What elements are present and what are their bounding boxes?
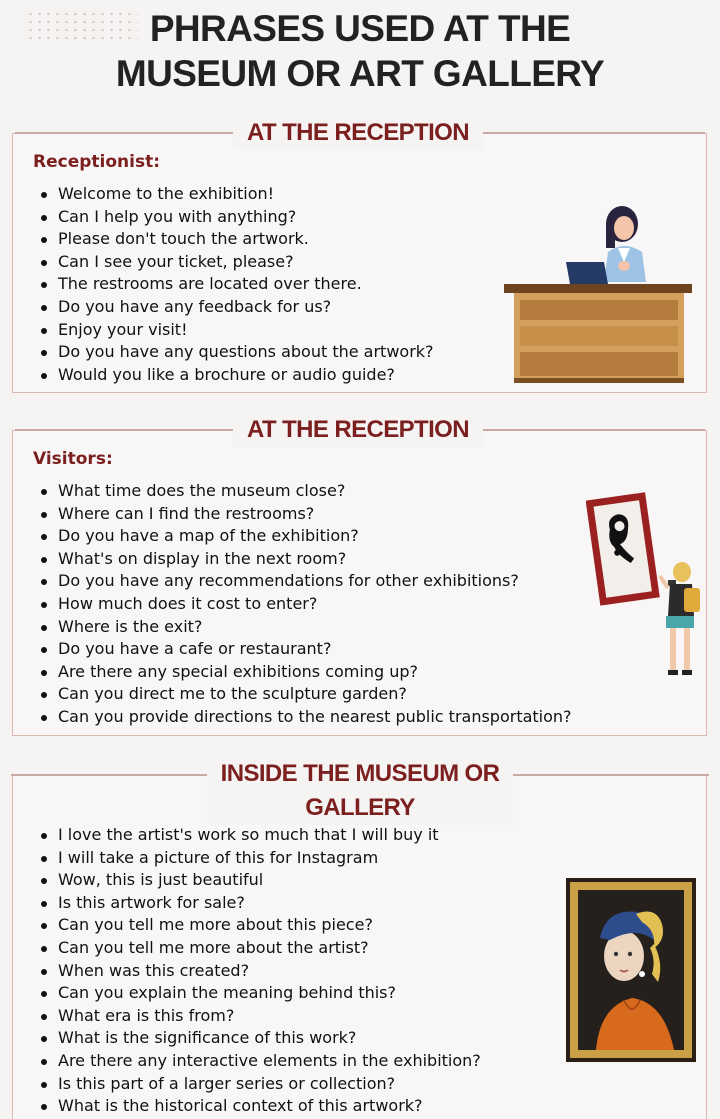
list-item: Do you have a map of the exhibition? — [40, 525, 572, 548]
visitor-photographing-painting-icon — [586, 492, 700, 675]
inside-museum-phrase-list: I love the artist's work so much that I … — [40, 824, 481, 1118]
receptionist-at-desk-icon — [504, 206, 692, 383]
list-item: What is the historical context of this a… — [40, 1095, 481, 1118]
section-heading-label: AT THE RECEPTION — [233, 413, 483, 447]
list-item: Welcome to the exhibition! — [40, 183, 434, 206]
list-item: What era is this from? — [40, 1005, 481, 1028]
list-item: What time does the museum close? — [40, 480, 572, 503]
role-label-receptionist: Receptionist: — [33, 152, 161, 172]
list-item: Do you have any questions about the artw… — [40, 341, 434, 364]
list-item: Can I see your ticket, please? — [40, 251, 434, 274]
list-item: When was this created? — [40, 960, 481, 983]
section-heading-line-1: INSIDE THE MUSEUM OR — [220, 760, 500, 787]
list-item: Can you tell me more about this piece? — [40, 914, 481, 937]
list-item: Can you provide directions to the neares… — [40, 706, 572, 729]
list-item: Would you like a brochure or audio guide… — [40, 364, 434, 387]
section-heading-reception-1: AT THE RECEPTION — [0, 116, 720, 150]
visitors-phrase-list: What time does the museum close? Where c… — [40, 480, 572, 729]
role-label-visitors: Visitors: — [33, 449, 113, 469]
section-heading-inside-museum: INSIDE THE MUSEUM OR GALLERY — [0, 757, 720, 825]
list-item: Is this part of a larger series or colle… — [40, 1073, 481, 1096]
list-item: What's on display in the next room? — [40, 548, 572, 571]
list-item: Can you tell me more about the artist? — [40, 937, 481, 960]
list-item: Are there any special exhibitions coming… — [40, 661, 572, 684]
list-item: Do you have any feedback for us? — [40, 296, 434, 319]
list-item: What is the significance of this work? — [40, 1027, 481, 1050]
list-item: The restrooms are located over there. — [40, 273, 434, 296]
list-item: Can I help you with anything? — [40, 206, 434, 229]
list-item: Please don't touch the artwork. — [40, 228, 434, 251]
page-title-line-2: MUSEUM OR ART GALLERY — [115, 53, 605, 94]
page-title-line-1: PHRASES USED AT THE — [149, 8, 571, 49]
page-title: PHRASES USED AT THE MUSEUM OR ART GALLER… — [0, 6, 720, 96]
section-heading-label: AT THE RECEPTION — [233, 116, 483, 150]
section-heading-label-block: INSIDE THE MUSEUM OR GALLERY — [206, 757, 514, 825]
list-item: Where can I find the restrooms? — [40, 503, 572, 526]
girl-with-pearl-earring-painting-icon — [566, 878, 696, 1062]
list-item: I will take a picture of this for Instag… — [40, 847, 481, 870]
section-heading-reception-2: AT THE RECEPTION — [0, 413, 720, 447]
list-item: Can you direct me to the sculpture garde… — [40, 683, 572, 706]
list-item: Wow, this is just beautiful — [40, 869, 481, 892]
list-item: Are there any interactive elements in th… — [40, 1050, 481, 1073]
list-item: How much does it cost to enter? — [40, 593, 572, 616]
list-item: Enjoy your visit! — [40, 319, 434, 342]
receptionist-phrase-list: Welcome to the exhibition! Can I help yo… — [40, 183, 434, 386]
list-item: Can you explain the meaning behind this? — [40, 982, 481, 1005]
list-item: Where is the exit? — [40, 616, 572, 639]
list-item: I love the artist's work so much that I … — [40, 824, 481, 847]
list-item: Is this artwork for sale? — [40, 892, 481, 915]
list-item: Do you have any recommendations for othe… — [40, 570, 572, 593]
section-heading-line-2: GALLERY — [305, 794, 415, 821]
list-item: Do you have a cafe or restaurant? — [40, 638, 572, 661]
